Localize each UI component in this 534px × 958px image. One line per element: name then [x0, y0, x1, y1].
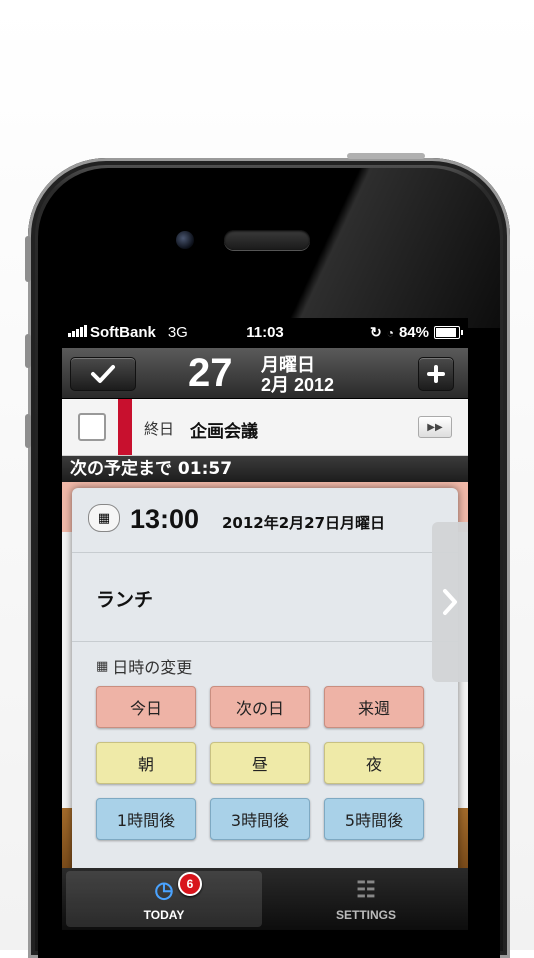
- three-hours-later-button[interactable]: 3時間後: [210, 798, 310, 840]
- next-event-countdown: 次の予定まで 01:57: [62, 456, 468, 482]
- plus-icon: [427, 365, 445, 383]
- notepad-icon: ☷: [356, 877, 376, 902]
- calendar-small-icon: ▦: [96, 658, 109, 674]
- night-button[interactable]: 夜: [324, 742, 424, 784]
- volume-up-button: [25, 334, 31, 368]
- allday-label: 終日: [144, 420, 175, 438]
- tab-today[interactable]: ◷ 6 TODAY: [66, 871, 262, 927]
- alarm-clock-icon: ◔: [386, 325, 394, 340]
- nav-month-year: 2月 2012: [261, 375, 335, 395]
- postpone-button[interactable]: ▶▶: [418, 416, 452, 438]
- nav-weekday: 月曜日: [261, 355, 315, 375]
- tab-settings[interactable]: ☷ SETTINGS: [268, 871, 464, 927]
- event-detail-popup: ▦ 13:00 2012年2月27日月曜日 ランチ ▦ 日時の変更 今日 次の日…: [72, 488, 458, 878]
- front-camera: [176, 231, 194, 249]
- morning-button[interactable]: 朝: [96, 742, 196, 784]
- volume-down-button: [25, 414, 31, 448]
- mute-switch: [25, 236, 31, 282]
- battery-percent: 84%: [398, 324, 429, 341]
- battery-icon: [434, 326, 463, 339]
- today-badge: 6: [178, 872, 202, 896]
- event-color-bar: [118, 399, 132, 455]
- app-screen: SoftBank 3G 11:03 ↻ ◔ 84% 27 月曜日 2月 2012: [62, 318, 468, 930]
- popup-time: 13:00: [130, 504, 200, 534]
- status-bar: SoftBank 3G 11:03 ↻ ◔ 84%: [62, 318, 468, 348]
- five-hours-later-button[interactable]: 5時間後: [324, 798, 424, 840]
- tab-settings-label: SETTINGS: [335, 908, 396, 922]
- fast-forward-icon: ▶▶: [427, 421, 443, 433]
- event-checkbox[interactable]: [78, 413, 106, 441]
- tab-bar: ◷ 6 TODAY ☷ SETTINGS: [62, 868, 468, 930]
- popup-title-row[interactable]: ランチ: [72, 553, 458, 642]
- reschedule-label-text: 日時の変更: [112, 658, 193, 677]
- reschedule-buttons: 今日 次の日 来週 朝 昼 夜 1時間後 3時間後 5時間後: [96, 686, 424, 840]
- next-event-tab[interactable]: [432, 522, 468, 682]
- tab-today-label: TODAY: [143, 908, 185, 922]
- checkmark-icon: [91, 365, 115, 383]
- noon-button[interactable]: 昼: [210, 742, 310, 784]
- sleep-button: [347, 153, 425, 159]
- add-event-button[interactable]: [418, 357, 454, 391]
- nav-bar: 27 月曜日 2月 2012: [62, 348, 468, 399]
- done-button[interactable]: [70, 357, 136, 391]
- event-title: 企画会議: [190, 422, 258, 442]
- one-hour-later-button[interactable]: 1時間後: [96, 798, 196, 840]
- calendar-icon: ▦: [88, 504, 120, 532]
- next-week-button[interactable]: 来週: [324, 686, 424, 728]
- rotation-lock-icon: ↻: [369, 324, 382, 340]
- reschedule-label: ▦ 日時の変更: [96, 654, 192, 678]
- chevron-right-icon: [443, 589, 457, 615]
- event-row[interactable]: 終日 企画会議 ▶▶: [62, 399, 468, 456]
- popup-date: 2012年2月27日月曜日: [222, 514, 386, 532]
- next-day-button[interactable]: 次の日: [210, 686, 310, 728]
- clock-icon: ◷: [154, 877, 174, 902]
- today-button[interactable]: 今日: [96, 686, 196, 728]
- nav-day: 27: [188, 351, 233, 395]
- earpiece-speaker: [224, 230, 310, 250]
- popup-title: ランチ: [96, 589, 154, 611]
